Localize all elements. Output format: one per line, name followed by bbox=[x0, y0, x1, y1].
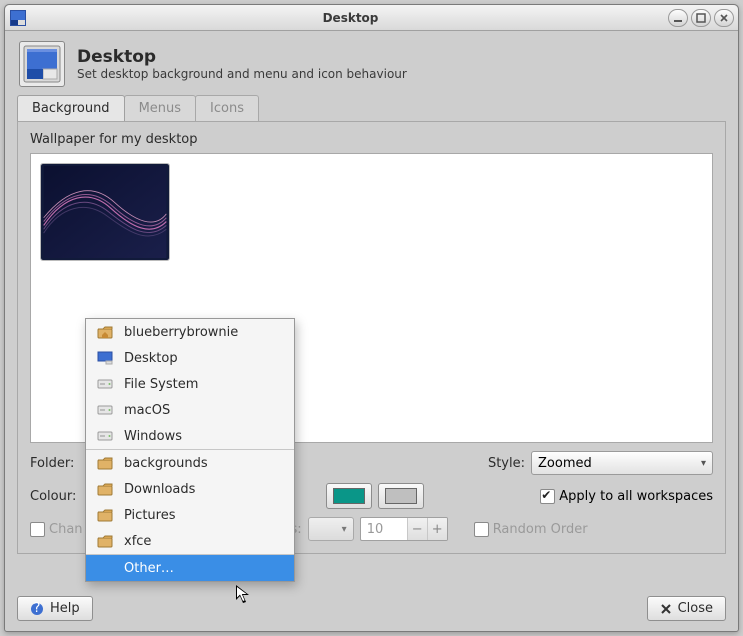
window-controls bbox=[668, 9, 734, 27]
change-background-checkbox[interactable]: Chan bbox=[30, 522, 83, 537]
folder-icon bbox=[96, 455, 114, 471]
folder-menu-item[interactable]: File System bbox=[86, 371, 294, 397]
close-icon bbox=[660, 603, 672, 615]
folder-icon bbox=[96, 533, 114, 549]
folder-menu-item-label: blueberrybrownie bbox=[124, 325, 238, 340]
style-selected: Zoomed bbox=[538, 456, 592, 471]
minimize-button[interactable] bbox=[668, 9, 688, 27]
window-title: Desktop bbox=[33, 11, 668, 25]
folder-menu-item-label: xfce bbox=[124, 534, 151, 549]
none-icon bbox=[96, 560, 114, 576]
tab-menus[interactable]: Menus bbox=[124, 95, 196, 121]
tab-background[interactable]: Background bbox=[17, 95, 125, 121]
folder-icon bbox=[96, 481, 114, 497]
spin-decrement-button[interactable]: − bbox=[407, 517, 427, 541]
apply-all-checkbox[interactable]: Apply to all workspaces bbox=[540, 489, 713, 504]
change-unit-combo[interactable]: ▾ bbox=[308, 517, 354, 541]
svg-text:?: ? bbox=[34, 602, 41, 616]
colour-label: Colour: bbox=[30, 489, 90, 504]
style-combo[interactable]: Zoomed ▾ bbox=[531, 451, 713, 475]
colour-swatch-grey bbox=[385, 488, 417, 504]
help-icon: ? bbox=[30, 602, 44, 616]
folder-menu-item-label: Other… bbox=[124, 561, 174, 576]
folder-menu-item[interactable]: backgrounds bbox=[86, 450, 294, 476]
folder-menu-item-label: Windows bbox=[124, 429, 182, 444]
drive-icon bbox=[96, 376, 114, 392]
colour-swatch-teal bbox=[333, 488, 365, 504]
folder-menu-item[interactable]: Downloads bbox=[86, 476, 294, 502]
spin-increment-button[interactable]: + bbox=[427, 517, 447, 541]
colour-secondary-button[interactable] bbox=[378, 483, 424, 509]
chevron-down-icon: ▾ bbox=[342, 524, 347, 535]
folder-menu-item-label: Pictures bbox=[124, 508, 175, 523]
chevron-down-icon: ▾ bbox=[701, 458, 706, 469]
folder-menu-item[interactable]: Other… bbox=[86, 555, 294, 581]
folder-menu-item[interactable]: blueberrybrownie bbox=[86, 319, 294, 345]
page-title: Desktop bbox=[77, 47, 407, 67]
folder-menu-item[interactable]: Windows bbox=[86, 423, 294, 449]
tab-icons[interactable]: Icons bbox=[195, 95, 259, 121]
folder-menu-item[interactable]: macOS bbox=[86, 397, 294, 423]
folder-menu-item-label: File System bbox=[124, 377, 198, 392]
page-subtitle: Set desktop background and menu and icon… bbox=[77, 67, 407, 81]
folder-menu-item-label: macOS bbox=[124, 403, 170, 418]
header-desktop-icon bbox=[19, 41, 65, 87]
home-icon bbox=[96, 324, 114, 340]
maximize-button[interactable] bbox=[691, 9, 711, 27]
help-button[interactable]: ? Help bbox=[17, 596, 93, 621]
change-interval-spin[interactable]: − + bbox=[360, 517, 448, 541]
random-order-checkbox[interactable]: Random Order bbox=[474, 522, 588, 537]
folder-menu-item[interactable]: Desktop bbox=[86, 345, 294, 371]
wallpaper-section-title: Wallpaper for my desktop bbox=[30, 132, 713, 147]
close-button[interactable] bbox=[714, 9, 734, 27]
window-app-icon bbox=[9, 9, 27, 27]
folder-menu-item-label: Desktop bbox=[124, 351, 178, 366]
colour-primary-button[interactable] bbox=[326, 483, 372, 509]
drive-icon bbox=[96, 428, 114, 444]
folder-menu-item[interactable]: xfce bbox=[86, 528, 294, 554]
folder-label: Folder: bbox=[30, 456, 90, 471]
folder-menu-item-label: Downloads bbox=[124, 482, 195, 497]
style-label: Style: bbox=[488, 456, 525, 471]
folder-dropdown-menu[interactable]: blueberrybrownie Desktop File System macOS W… bbox=[85, 318, 295, 582]
tab-bar: Background Menus Icons bbox=[5, 95, 738, 121]
folder-icon bbox=[96, 507, 114, 523]
wallpaper-thumbnail[interactable] bbox=[41, 164, 169, 260]
dialog-action-bar: ? Help Close bbox=[5, 588, 738, 631]
folder-menu-item[interactable]: Pictures bbox=[86, 502, 294, 528]
titlebar[interactable]: Desktop bbox=[5, 5, 738, 31]
desktop-icon bbox=[96, 350, 114, 366]
change-interval-input[interactable] bbox=[361, 520, 407, 539]
folder-menu-item-label: backgrounds bbox=[124, 456, 208, 471]
close-dialog-button[interactable]: Close bbox=[647, 596, 726, 621]
drive-icon bbox=[96, 402, 114, 418]
header: Desktop Set desktop background and menu … bbox=[5, 31, 738, 95]
